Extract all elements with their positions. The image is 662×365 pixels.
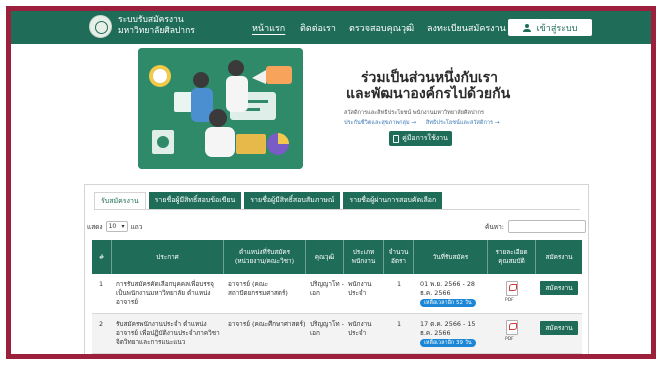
row-position: อาจารย์ (คณะศึกษาศาสตร์) [228,320,306,328]
col-apply: สมัครงาน [545,252,573,261]
row-announcement[interactable]: การรับสมัครคัดเลือกบุคคลเพื่อบรรจุเป็นพน… [116,280,222,307]
menu-home[interactable]: หน้าแรก [252,21,285,35]
table-header: # ประกาศ ตำแหน่งที่รับสมัคร (หน่วยงาน/คณ… [92,240,582,274]
brand-line-2: มหาวิทยาลัยศิลปากร [118,26,195,36]
user-icon [522,23,531,32]
manual-label: คู่มือการใช้งาน [402,134,448,142]
apply-button[interactable]: สมัครงาน [540,281,578,295]
row-qualification: ปริญญาโท - เอก [310,320,344,337]
menu-contact[interactable]: ติดต่อเรา [300,21,336,35]
col-count: จำนวนอัตรา [384,240,414,274]
row-date-cell: 17 ต.ค. 2566 - 15 ธ.ค. 2566 เหลือเวลาอีก… [420,320,488,347]
row-date-cell: 01 พ.ย. 2566 - 28 ธ.ค. 2566 เหลือเวลาอีก… [420,280,488,307]
tab-written-exam-list[interactable]: รายชื่อผู้มีสิทธิ์สอบข้อเขียน [148,192,242,209]
apply-button[interactable]: สมัครงาน [540,321,578,335]
row-employee-type: พนักงานประจำ [348,280,372,297]
page-length-select[interactable]: 10 ▾ [105,221,128,232]
login-label: เข้าสู่ระบบ [536,23,578,34]
page-length-value: 10 [108,223,117,230]
page-frame: ระบบรับสมัครงาน มหาวิทยาลัยศิลปากร หน้าแ… [6,6,656,359]
show-prefix: แสดง [87,222,103,231]
row-number: 1 [99,280,104,288]
menu-register[interactable]: ลงทะเบียนสมัครงาน [427,21,506,35]
search-input[interactable] [507,220,586,233]
row-employee-type: พนักงานประจำ [348,320,372,337]
col-qualification: คุณวุฒิ [306,240,344,274]
brand-line-1: ระบบรับสมัครงาน [118,15,184,25]
col-date: วันที่รับสมัคร [414,240,488,274]
row-position: อาจารย์ (คณะสถาปัตยกรรมศาสตร์) [228,280,288,297]
col-employee-type: ประเภทพนักงาน [344,240,384,274]
pdf-icon[interactable] [506,320,518,335]
login-button[interactable]: เข้าสู่ระบบ [508,19,592,36]
hero-illustration [138,48,303,169]
pdf-icon[interactable] [506,281,518,296]
page-length-control: แสดง 10 ▾ แถว [87,221,142,232]
tab-interview-list[interactable]: รายชื่อผู้มีสิทธิ์สอบสัมภาษณ์ [244,192,341,209]
table-search: ค้นหา: [485,220,586,233]
top-navbar: ระบบรับสมัครงาน มหาวิทยาลัยศิลปากร หน้าแ… [11,11,651,44]
show-suffix: แถว [130,222,143,231]
jobs-panel: รับสมัครงาน รายชื่อผู้มีสิทธิ์สอบข้อเขีย… [84,184,589,354]
col-details: รายละเอียดคุณสมบัติ [488,240,536,274]
site-brand[interactable]: ระบบรับสมัครงาน มหาวิทยาลัยศิลปากร [118,15,195,37]
manual-button[interactable]: คู่มือการใช้งาน [389,131,452,146]
tab-divider [94,209,580,210]
col-position: ตำแหน่งที่รับสมัคร (หน่วยงาน/คณะวิชา) [224,240,306,274]
chevron-down-icon: ▾ [121,223,125,230]
search-label: ค้นหา: [485,222,504,231]
table-row: 1 การรับสมัครคัดเลือกบุคคลเพื่อบรรจุเป็น… [92,274,582,314]
tab-bar: รับสมัครงาน รายชื่อผู้มีสิทธิ์สอบข้อเขีย… [94,192,445,209]
row-qualification: ปริญญาโท - เอก [310,280,344,297]
remaining-badge: เหลือเวลาอีก 39 วัน [420,339,476,347]
tab-passed-list[interactable]: รายชื่อผู้ผ่านการสอบคัดเลือก [343,192,443,209]
hero-links: ประกันชีวิตและสุขภาพกลุ่ม → สิทธิประโยชน… [344,119,508,127]
table-row: 2 รับสมัครพนักงานประจำ ตำแหน่งอาจารย์ เพ… [92,314,582,354]
row-number: 2 [99,320,104,328]
row-announcement[interactable]: รับสมัครพนักงานประจำ ตำแหน่งอาจารย์ เพื่… [116,320,222,347]
col-announcement: ประกาศ [112,240,224,274]
row-date: 01 พ.ย. 2566 - 28 ธ.ค. 2566 [420,280,475,297]
hero-illustration-art [138,48,303,169]
tab-jobs[interactable]: รับสมัครงาน [94,192,146,209]
col-no: # [92,240,112,274]
hero-description: สวัสดิการและสิทธิประโยชน์ พนักงานมหาวิทย… [344,110,485,116]
hero-title-line-2: และพัฒนาองค์กรไปด้วยกัน [346,86,511,102]
document-icon [393,134,400,143]
pdf-label: PDF [505,337,514,342]
hero-link-benefits[interactable]: สิทธิประโยชน์และสวัสดิการ → [426,120,500,126]
row-count: 1 [397,280,402,288]
menu-check-qualification[interactable]: ตรวจสอบคุณวุฒิ [349,21,414,35]
hero-link-insurance[interactable]: ประกันชีวิตและสุขภาพกลุ่ม → [344,120,416,126]
university-logo-icon[interactable] [89,15,112,38]
row-date: 17 ต.ค. 2566 - 15 ธ.ค. 2566 [420,320,476,337]
remaining-badge: เหลือเวลาอีก 52 วัน [420,299,476,307]
row-count: 1 [397,320,402,328]
pdf-label: PDF [505,298,514,303]
